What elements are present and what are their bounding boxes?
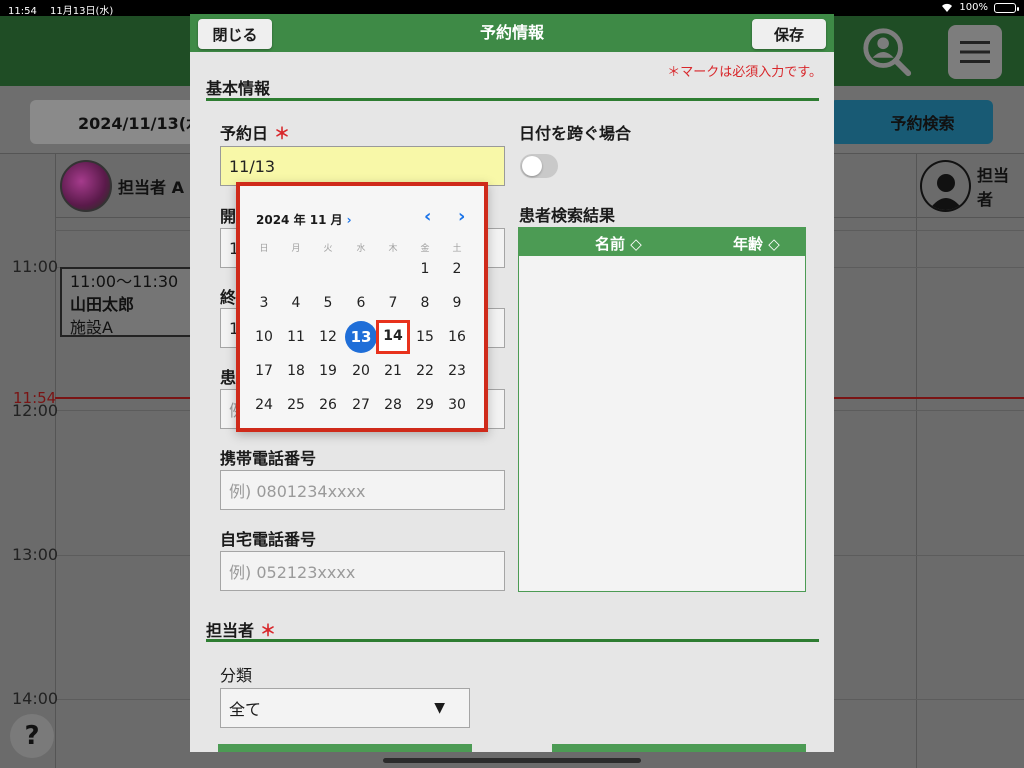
save-button[interactable]: 保存 [752, 19, 826, 49]
patient-result-table: 名前 ◇ 年齢 ◇ [518, 227, 806, 592]
day-cell[interactable]: 11 [280, 321, 312, 353]
weekday-label: 火 [323, 244, 333, 254]
day-cell[interactable]: 15 [409, 321, 441, 353]
current-time-label: 11:54 [13, 389, 57, 407]
day-cell[interactable]: 16 [441, 321, 473, 353]
day-cell[interactable]: 25 [280, 389, 312, 421]
time-label: 11:00 [12, 257, 59, 276]
section-staff: 担当者＊ [206, 621, 277, 640]
day-cell[interactable]: 4 [280, 287, 312, 319]
reserve-date-label: 予約日＊ [220, 124, 291, 143]
day-cell[interactable]: 18 [280, 355, 312, 387]
day-cell[interactable]: 5 [312, 287, 344, 319]
time-column-divider [55, 154, 56, 768]
weekday-label: 木 [388, 244, 398, 254]
day-cell[interactable]: 28 [377, 389, 409, 421]
time-label: 13:00 [12, 545, 59, 564]
day-cell[interactable]: 27 [345, 389, 377, 421]
day-selected[interactable]: 14 [376, 320, 410, 354]
home-phone-label: 自宅電話番号 [220, 530, 317, 549]
next-month-button[interactable]: › [458, 206, 465, 227]
staff-header-b[interactable]: 担当者 [920, 155, 1024, 217]
staff-name: 担当者 [977, 166, 1010, 209]
day-cell[interactable]: 12 [312, 321, 344, 353]
day-cell[interactable]: 7 [377, 287, 409, 319]
weekday-label: 月 [291, 244, 301, 254]
day-cell[interactable]: 22 [409, 355, 441, 387]
user-search-button[interactable] [860, 25, 914, 79]
date-crossing-label: 日付を跨ぐ場合 [519, 124, 632, 143]
search-result-label: 患者検索結果 [519, 206, 616, 225]
day-cell[interactable]: 1 [409, 253, 441, 285]
reserve-date-input[interactable]: 11/13 [220, 146, 505, 186]
home-phone-input[interactable]: 例) 052123xxxx [220, 551, 505, 591]
staff-list-right[interactable] [552, 744, 806, 752]
day-cell[interactable]: 8 [409, 287, 441, 319]
appointment-time: 11:00～11:30 [70, 272, 179, 291]
sort-name-header[interactable]: 名前 ◇ [595, 233, 642, 254]
day-today[interactable]: 13 [345, 321, 377, 353]
date-crossing-toggle[interactable] [520, 154, 558, 178]
mobile-label: 携帯電話番号 [220, 449, 317, 468]
start-time-label: 開 [220, 207, 237, 226]
dialog-title: 予約情報 [479, 23, 544, 42]
day-cell[interactable]: 20 [345, 355, 377, 387]
result-table-header: 名前 ◇ 年齢 ◇ [519, 228, 805, 256]
mobile-input[interactable]: 例) 0801234xxxx [220, 470, 505, 510]
appointment-place: 施設A [70, 318, 113, 337]
day-cell[interactable]: 19 [312, 355, 344, 387]
person-silhouette-icon [920, 160, 971, 212]
weekday-label: 水 [356, 244, 366, 254]
end-time-label: 終 [220, 288, 237, 307]
day-cell[interactable]: 9 [441, 287, 473, 319]
day-cell[interactable]: 24 [248, 389, 280, 421]
prev-month-button[interactable]: ‹ [424, 206, 431, 227]
user-search-icon [863, 28, 912, 77]
required-mark: ＊ [274, 124, 291, 143]
category-select[interactable]: 全て ▼ [220, 688, 470, 728]
day-cell[interactable]: 2 [441, 253, 473, 285]
hamburger-icon [960, 41, 990, 63]
reservation-dialog: 予約情報 閉じる 保存 ＊マークは必須入力です。 基本情報 予約日＊ 11/13… [190, 14, 834, 752]
staff-list-left[interactable] [218, 744, 472, 752]
dropdown-arrow-icon: ▼ [434, 700, 445, 716]
day-cell[interactable]: 26 [312, 389, 344, 421]
sort-age-header[interactable]: 年齢 ◇ [733, 233, 780, 254]
picker-month-button[interactable]: 2024 年 11 月 › [256, 211, 352, 228]
day-cell[interactable]: 23 [441, 355, 473, 387]
required-mark: ＊ [260, 621, 277, 640]
chevron-right-icon: › [346, 213, 352, 227]
staff-column-divider [916, 154, 917, 768]
staff-avatar-photo [60, 160, 112, 212]
date-picker: 2024 年 11 月 › ‹ › 日月火水木金土 1 2 3 4 5 6 7 8 9 10 11 12… [236, 182, 488, 432]
required-note: ＊マークは必須入力です。 [667, 65, 822, 80]
menu-button[interactable] [948, 25, 1002, 79]
battery-percent: 100% [959, 2, 988, 13]
day-cell[interactable]: 10 [248, 321, 280, 353]
date-select-button[interactable]: 2024/11/13(水 [30, 100, 200, 144]
staff-header-a[interactable]: 担当者 A [60, 155, 184, 217]
help-button[interactable]: ? [10, 714, 54, 758]
reservation-search-button[interactable]: 予約検索 [830, 100, 993, 144]
category-label: 分類 [220, 666, 253, 685]
staff-name: 担当者 A [118, 178, 184, 197]
weekday-label: 日 [259, 244, 269, 254]
day-cell[interactable]: 30 [441, 389, 473, 421]
battery-icon [994, 2, 1019, 13]
day-cell[interactable]: 3 [248, 287, 280, 319]
section-basic-info: 基本情報 [206, 79, 271, 98]
time-label: 14:00 [12, 689, 59, 708]
day-cell[interactable]: 21 [377, 355, 409, 387]
patient-label: 患 [220, 368, 237, 387]
appointment-block[interactable]: 11:00～11:30 山田太郎 施設A [60, 267, 200, 337]
day-cell[interactable]: 29 [409, 389, 441, 421]
close-button[interactable]: 閉じる [198, 19, 272, 49]
category-value: 全て [229, 700, 262, 719]
wifi-icon [942, 3, 953, 12]
home-indicator [383, 758, 641, 763]
day-cell[interactable]: 6 [345, 287, 377, 319]
appointment-name: 山田太郎 [70, 295, 135, 314]
day-cell[interactable]: 17 [248, 355, 280, 387]
